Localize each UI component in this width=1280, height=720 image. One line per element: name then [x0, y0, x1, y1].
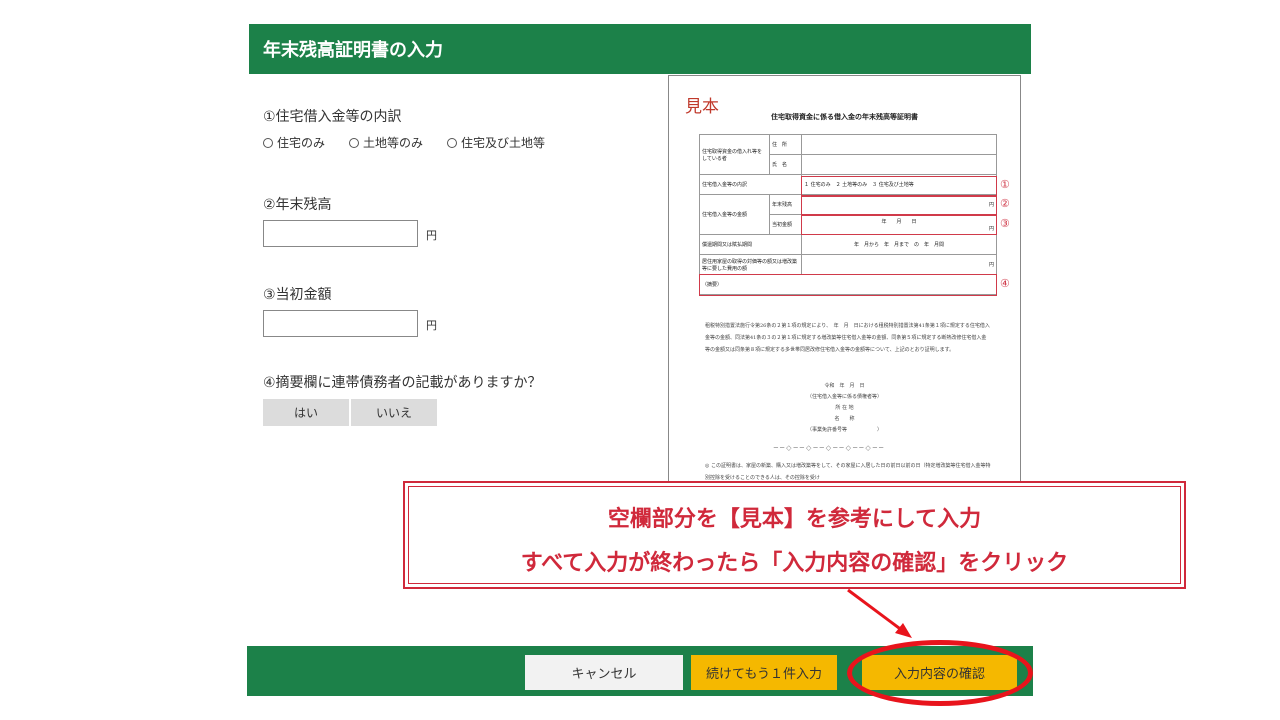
initial-amount-input[interactable]: [263, 310, 418, 337]
sample-heading: 住宅取得資金に係る借入金の年末残高等証明書: [771, 112, 918, 121]
page-title: 年末残高証明書の入力: [249, 24, 1031, 74]
marker-3: ③: [1000, 217, 1010, 230]
sample-sign-code: （事業免許番号等 ）: [806, 427, 882, 433]
sample-cell: [801, 134, 997, 155]
sample-cell: 住 所: [769, 134, 802, 155]
q1-label: ①住宅借入金等の内訳: [263, 109, 402, 125]
highlight-box-4: [699, 274, 997, 296]
sample-cell: 当初金額: [769, 214, 802, 235]
instruction-line-2: すべて入力が終わったら「入力内容の確認」をクリック: [520, 551, 1069, 576]
highlight-box-3: [801, 215, 997, 235]
sample-divider: ──◇──◇──◇──◇──◇──: [773, 444, 886, 452]
q2-label: ②年末残高: [263, 197, 332, 213]
yes-button[interactable]: はい: [263, 399, 349, 426]
sample-cell: 住宅借入金等の金額: [699, 194, 770, 235]
radio-circle-icon[interactable]: [447, 137, 458, 148]
sample-cell: 年 月から 年 月まで の 年 月間: [801, 234, 997, 255]
year-end-balance-input[interactable]: [263, 220, 418, 247]
no-button[interactable]: いいえ: [351, 399, 437, 426]
sample-cell: 住宅取得資金の借入れ等をしている者: [699, 134, 770, 175]
sample-sign-org: （住宅借入金等に係る債権者等）: [806, 394, 882, 400]
sample-sign-name: 名 称: [834, 416, 855, 422]
marker-4: ④: [1000, 277, 1010, 290]
marker-1: ①: [1000, 178, 1010, 191]
marker-2: ②: [1000, 197, 1010, 210]
confirm-input-button[interactable]: 入力内容の確認: [862, 655, 1017, 690]
sample-cell: 居住用家屋の取得の対価等の額又は増改築等に要した費用の額: [699, 254, 802, 275]
sample-cell: [801, 154, 997, 175]
q4-label: ④摘要欄に連帯債務者の記載がありますか？: [263, 375, 542, 391]
radio-circle-icon[interactable]: [349, 137, 360, 148]
yen-unit: 円: [426, 229, 437, 242]
sample-sign-addr: 所 在 地: [835, 405, 854, 411]
sample-signature-block: 令和 年 月 日 （住宅借入金等に係る債権者等） 所 在 地 名 称 （事業免許…: [669, 381, 1020, 436]
instruction-line-1: 空欄部分を【見本】を参考にして入力: [607, 507, 982, 532]
radio-house-only[interactable]: 住宅のみ: [263, 134, 325, 151]
joint-debtor-toggle: はい いいえ: [263, 399, 437, 426]
radio-label: 土地等のみ: [363, 136, 424, 150]
sample-cell: 円: [801, 254, 997, 275]
radio-circle-icon[interactable]: [263, 137, 273, 148]
sample-cell: 氏 名: [769, 154, 802, 175]
sample-certificate-image: 見本 住宅取得資金に係る借入金の年末残高等証明書 住宅取得資金の借入れ等をしてい…: [668, 75, 1021, 495]
radio-label: 住宅のみ: [277, 136, 326, 150]
q3-label: ③当初金額: [263, 287, 332, 303]
highlight-box-1: [801, 176, 997, 196]
cancel-button[interactable]: キャンセル: [525, 655, 683, 690]
add-another-button[interactable]: 続けてもう１件入力: [691, 655, 837, 690]
loan-breakdown-radio-group: 住宅のみ 土地等のみ 住宅及び土地等: [263, 134, 545, 151]
sample-cell: 年末残高: [769, 194, 802, 215]
radio-label: 住宅及び土地等: [461, 136, 546, 150]
sample-body-text: 租税特別措置法施行令第26条の２第１項の規定により、 年 月 日における租税特別…: [705, 323, 990, 353]
sample-cell: 償還期間又は賦払期間: [699, 234, 802, 255]
yen-unit: 円: [426, 319, 437, 332]
highlight-box-2: [801, 196, 997, 215]
radio-land-only[interactable]: 土地等のみ: [349, 134, 423, 151]
sample-cell: 住宅借入金等の内訳: [699, 174, 802, 195]
sample-sign-date: 令和 年 月 日: [824, 383, 865, 389]
radio-house-and-land[interactable]: 住宅及び土地等: [447, 134, 545, 151]
instruction-callout: 空欄部分を【見本】を参考にして入力 すべて入力が終わったら「入力内容の確認」をク…: [403, 481, 1186, 589]
